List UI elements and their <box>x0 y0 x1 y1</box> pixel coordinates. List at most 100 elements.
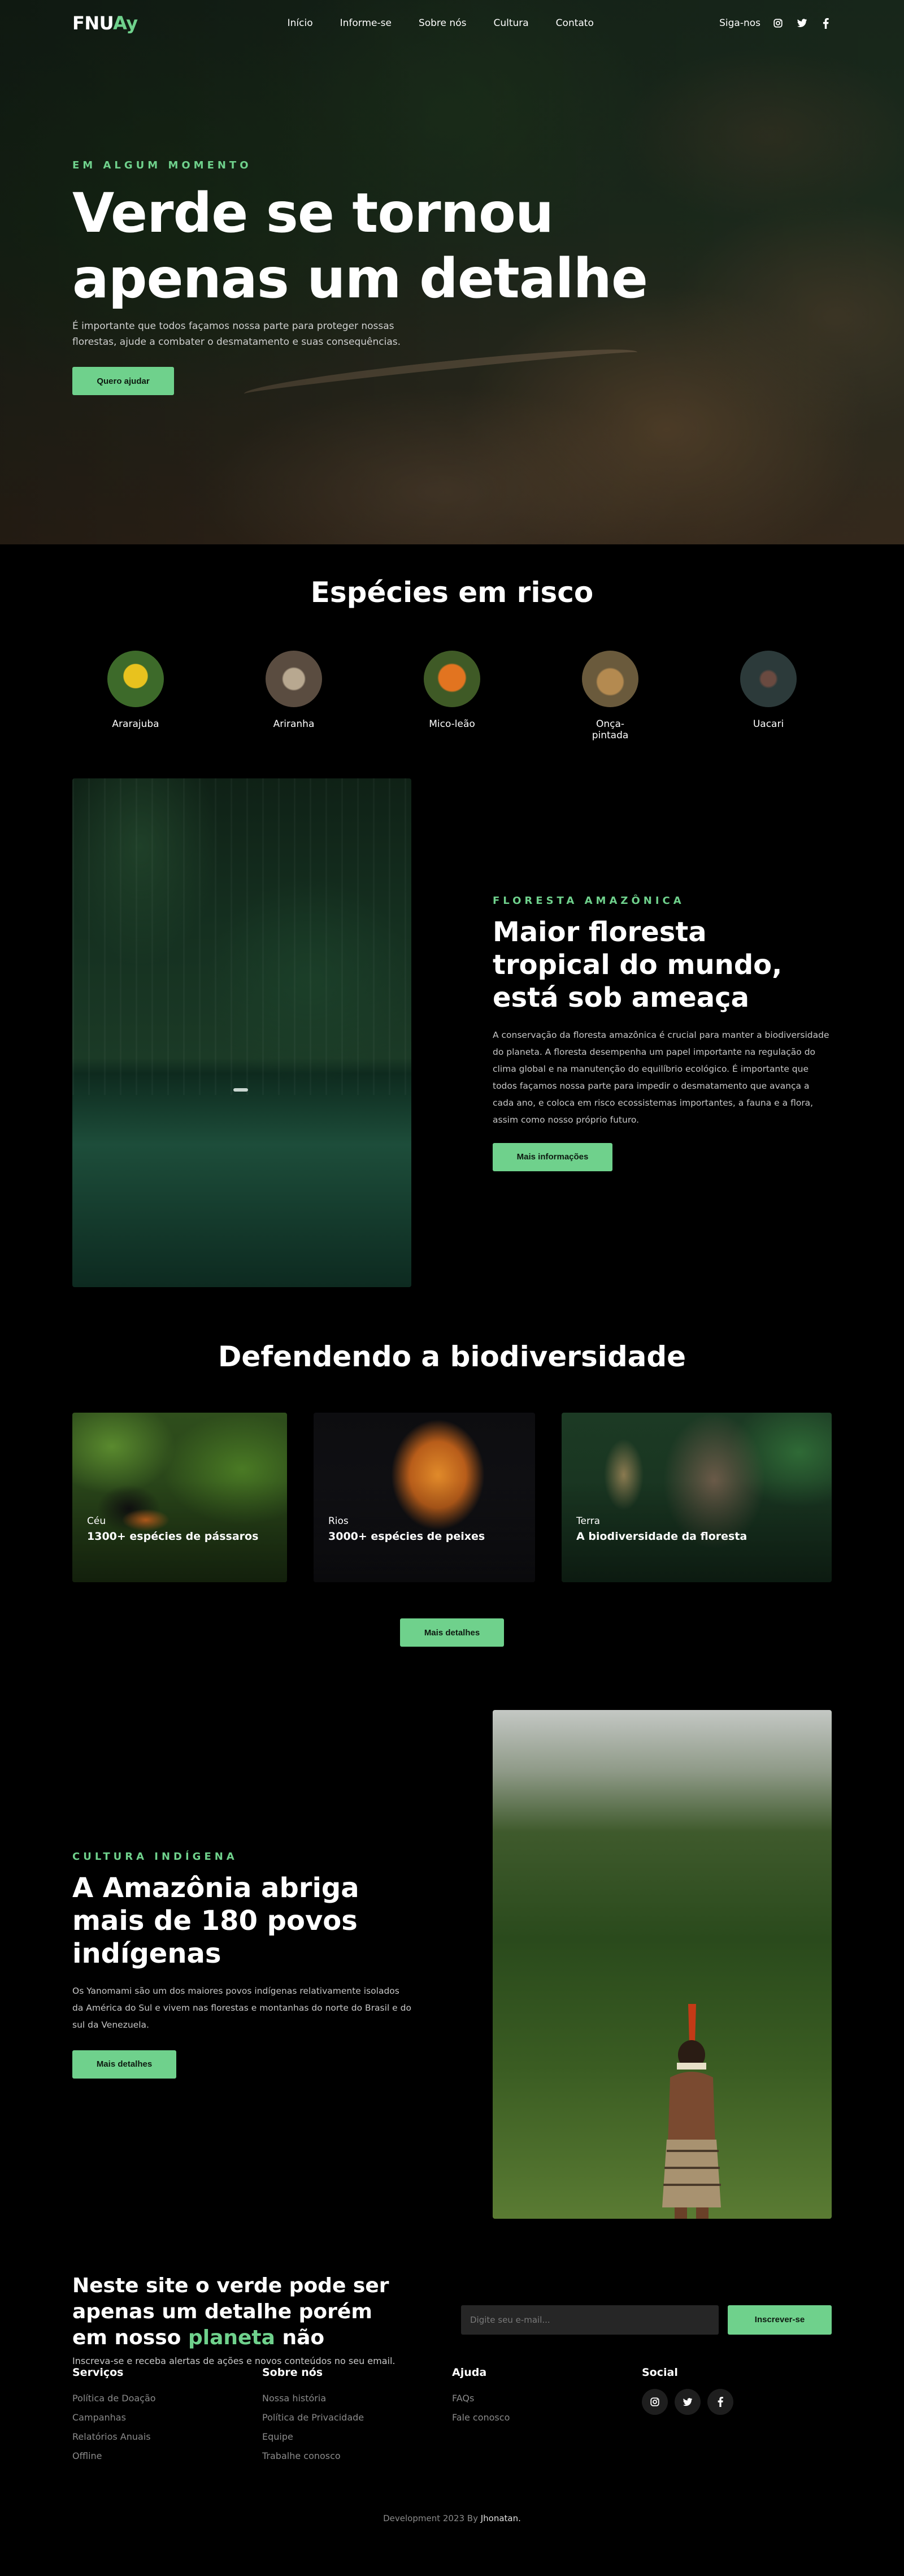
mico-leao-photo <box>424 651 480 707</box>
footer-link[interactable]: Offline <box>72 2447 262 2466</box>
forest-eyebrow: FLORESTA AMAZÔNICA <box>493 894 685 907</box>
hero-title-line2: apenas um detalhe <box>72 247 648 310</box>
logo-accent: Ay <box>113 12 138 34</box>
footer-col-social: Social <box>642 2366 832 2466</box>
card-text: A biodiversidade da floresta <box>576 1530 747 1543</box>
indigenous-eyebrow: CULTURA INDÍGENA <box>72 1850 238 1863</box>
forest-trees <box>72 778 411 1095</box>
indigenous-details-button[interactable]: Mais detalhes <box>72 2050 176 2079</box>
boat-shape <box>233 1088 248 1092</box>
card-label: Rios <box>328 1516 349 1527</box>
forest-photo <box>72 778 411 1287</box>
footer-col-about: Sobre nós Nossa história Política de Pri… <box>262 2366 452 2466</box>
species-item[interactable]: Onça-pintada <box>579 651 641 741</box>
facebook-icon[interactable] <box>819 17 832 29</box>
card-overlay <box>562 1413 832 1582</box>
card-text: 1300+ espécies de pássaros <box>87 1530 259 1543</box>
footer-link[interactable]: Nossa história <box>262 2389 452 2408</box>
biodiversity-section: Defendendo a biodiversidade Céu 1300+ es… <box>72 1340 832 1647</box>
hero-content: EM ALGUM MOMENTO Verde se tornou apenas … <box>72 159 694 395</box>
hero-eyebrow: EM ALGUM MOMENTO <box>72 159 252 171</box>
card-overlay <box>314 1413 535 1582</box>
species-item[interactable]: Ariranha <box>263 651 325 741</box>
indigenous-title: A Amazônia abriga mais de 180 povos indí… <box>72 1872 359 1969</box>
forest-text: A conservação da floresta amazônica é cr… <box>493 1029 829 1125</box>
footer-col-title: Social <box>642 2366 678 2379</box>
help-button[interactable]: Quero ajudar <box>72 367 174 395</box>
species-item[interactable]: Uacari <box>737 651 799 741</box>
card-label: Terra <box>576 1516 601 1527</box>
more-info-button[interactable]: Mais informações <box>493 1142 612 1171</box>
footer-link[interactable]: Relatórios Anuais <box>72 2427 262 2447</box>
twitter-icon[interactable] <box>675 2389 701 2415</box>
species-name: Ariranha <box>273 718 315 730</box>
copyright: Development 2023 By Jhonatan. <box>72 2513 832 2531</box>
uacari-photo <box>740 651 797 707</box>
footer-link[interactable]: Fale conosco <box>452 2408 642 2427</box>
footer-link[interactable]: Política de Privacidade <box>262 2408 452 2427</box>
instagram-icon[interactable] <box>642 2389 668 2415</box>
species-title: Espécies em risco <box>310 576 594 609</box>
forest-title: Maior floresta tropical do mundo, está s… <box>493 916 783 1014</box>
species-name: Uacari <box>753 718 784 730</box>
copyright-author[interactable]: Jhonatan. <box>481 2513 521 2523</box>
twitter-icon[interactable] <box>796 17 808 29</box>
copyright-prefix: Development 2023 By <box>383 2513 481 2523</box>
newsletter-text-block: Neste site o verde pode ser apenas um de… <box>72 2273 411 2366</box>
footer: Serviços Política de Doação Campanhas Re… <box>72 2366 832 2531</box>
nav-item-sobre-nos[interactable]: Sobre nós <box>419 18 467 29</box>
species-name: Mico-leão <box>429 718 475 730</box>
hero-section: FNUAy Início Informe-se Sobre nós Cultur… <box>0 0 904 544</box>
instagram-icon[interactable] <box>772 17 784 29</box>
indigenous-section: CULTURA INDÍGENA A Amazônia abriga mais … <box>72 1710 832 2219</box>
newsletter-form: Inscrever-se <box>461 2305 832 2335</box>
logo-main: FNU <box>72 12 114 34</box>
follow-label: Siga-nos <box>719 18 760 29</box>
card-text: 3000+ espécies de peixes <box>328 1530 485 1543</box>
logo[interactable]: FNUAy <box>72 12 138 34</box>
email-input[interactable] <box>461 2305 719 2335</box>
newsletter-section: Neste site o verde pode ser apenas um de… <box>72 2273 832 2366</box>
footer-col-title: Ajuda <box>452 2366 487 2379</box>
footer-col-help: Ajuda FAQs Fale conosco <box>452 2366 642 2466</box>
card-sky[interactable]: Céu 1300+ espécies de pássaros <box>72 1413 287 1582</box>
footer-col-services: Serviços Política de Doação Campanhas Re… <box>72 2366 262 2466</box>
footer-social-icons <box>642 2389 832 2415</box>
top-social: Siga-nos <box>719 17 832 29</box>
indigenous-photo <box>493 1710 832 2219</box>
card-land[interactable]: Terra A biodiversidade da floresta <box>562 1413 832 1582</box>
newsletter-subtitle: Inscreva-se e receba alertas de ações e … <box>72 2356 395 2366</box>
nav-item-cultura[interactable]: Cultura <box>493 18 528 29</box>
footer-link[interactable]: Equipe <box>262 2427 452 2447</box>
indigenous-text: Os Yanomami são um dos maiores povos ind… <box>72 1985 411 2030</box>
footer-columns: Serviços Política de Doação Campanhas Re… <box>72 2366 832 2466</box>
species-item[interactable]: Ararajuba <box>105 651 167 741</box>
card-label: Céu <box>87 1516 106 1527</box>
species-section: Espécies em risco Ararajuba Ariranha Mic… <box>0 544 904 741</box>
species-name: Ararajuba <box>112 718 159 730</box>
footer-link[interactable]: Política de Doação <box>72 2389 262 2408</box>
nav-item-informe-se[interactable]: Informe-se <box>340 18 392 29</box>
ararajuba-photo <box>107 651 164 707</box>
biodiversity-button-row: Mais detalhes <box>72 1618 832 1647</box>
footer-link[interactable]: Campanhas <box>72 2408 262 2427</box>
bio-details-button[interactable]: Mais detalhes <box>400 1618 504 1647</box>
newsletter-title-part2: não <box>275 2326 325 2349</box>
footer-col-title: Serviços <box>72 2366 124 2379</box>
main-menu: Início Informe-se Sobre nós Cultura Cont… <box>288 18 594 29</box>
card-rivers[interactable]: Rios 3000+ espécies de peixes <box>314 1413 535 1582</box>
species-list: Ararajuba Ariranha Mico-leão Onça-pintad… <box>105 651 799 741</box>
facebook-icon[interactable] <box>707 2389 733 2415</box>
indigenous-text-block: CULTURA INDÍGENA A Amazônia abriga mais … <box>72 1851 411 2079</box>
subscribe-button[interactable]: Inscrever-se <box>728 2305 832 2335</box>
species-name: Onça-pintada <box>592 718 629 741</box>
nav-item-inicio[interactable]: Início <box>288 18 313 29</box>
hero-title: Verde se tornou apenas um detalhe <box>72 180 694 311</box>
nav-item-contato[interactable]: Contato <box>556 18 594 29</box>
species-item[interactable]: Mico-leão <box>421 651 483 741</box>
forest-section: FLORESTA AMAZÔNICA Maior floresta tropic… <box>72 778 832 1287</box>
card-overlay <box>72 1413 287 1582</box>
footer-link[interactable]: FAQs <box>452 2389 642 2408</box>
newsletter-title-accent: planeta <box>188 2326 275 2349</box>
footer-link[interactable]: Trabalhe conosco <box>262 2447 452 2466</box>
